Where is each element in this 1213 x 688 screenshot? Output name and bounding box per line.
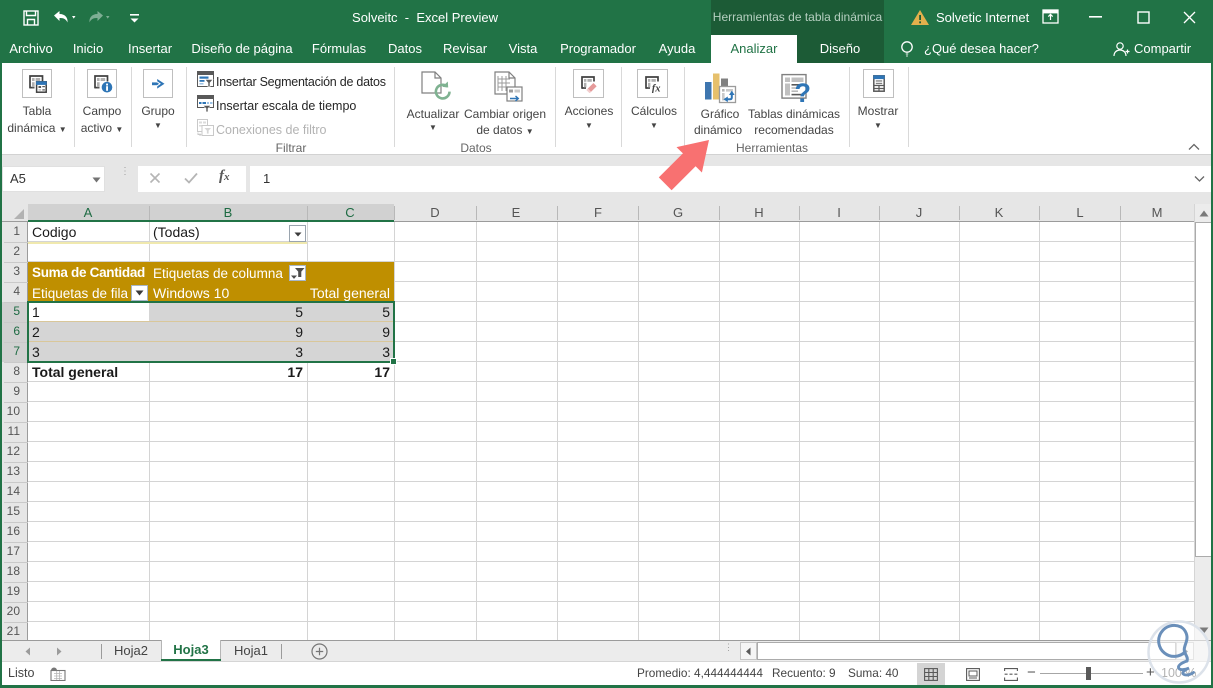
svg-text:fx: fx: [652, 84, 661, 94]
svg-text:?: ?: [795, 78, 812, 105]
